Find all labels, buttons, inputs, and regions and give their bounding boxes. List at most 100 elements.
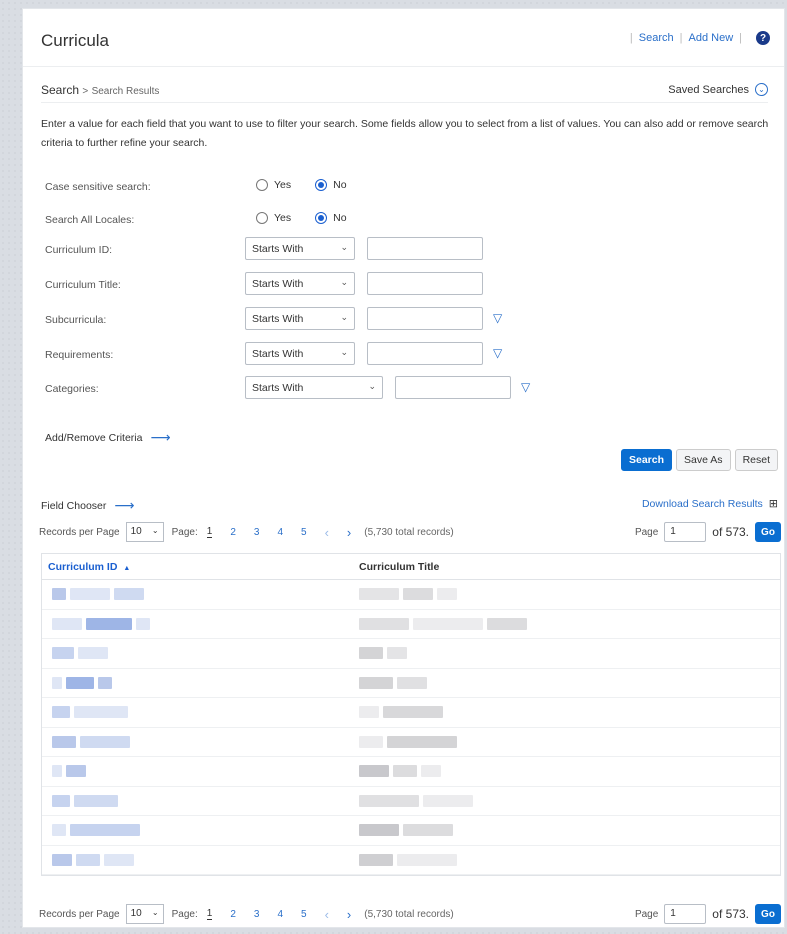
prev-page-icon[interactable]: ‹ xyxy=(325,907,329,922)
curriculum-id-cell[interactable] xyxy=(42,647,359,660)
curriculum-id-cell[interactable] xyxy=(42,706,359,719)
redacted-text xyxy=(359,824,399,837)
chevron-down-icon: ⌄ xyxy=(340,312,348,322)
page-link-1[interactable]: 1 xyxy=(206,908,213,920)
curriculum-id-cell[interactable] xyxy=(42,588,359,601)
redacted-text xyxy=(393,765,417,778)
curriculum-title-cell xyxy=(359,853,461,866)
page-link-1[interactable]: 1 xyxy=(206,526,213,538)
page-link-3[interactable]: 3 xyxy=(254,909,260,920)
page-link-2[interactable]: 2 xyxy=(230,527,236,538)
go-button[interactable]: Go xyxy=(755,522,781,542)
table-row[interactable] xyxy=(42,610,780,639)
download-search-results[interactable]: Download Search Results ⊞ xyxy=(642,497,778,511)
page-link-3[interactable]: 3 xyxy=(254,527,260,538)
curriculum-id-operator-select[interactable]: Starts With ⌄ xyxy=(245,237,355,260)
curriculum-id-input[interactable] xyxy=(367,237,483,260)
locales-yes-radio[interactable] xyxy=(256,212,268,224)
next-page-icon[interactable]: › xyxy=(347,907,351,922)
add-remove-criteria[interactable]: Add/Remove Criteria ⟶ xyxy=(45,429,171,446)
saved-searches[interactable]: Saved Searches ⌄ xyxy=(668,83,768,96)
redacted-text xyxy=(52,706,70,719)
radio-label-yes: Yes xyxy=(274,212,292,224)
redacted-text xyxy=(70,588,110,601)
table-row[interactable] xyxy=(42,846,780,875)
table-row[interactable] xyxy=(42,816,780,846)
requirements-operator-select[interactable]: Starts With ⌄ xyxy=(245,342,355,365)
page-link-5[interactable]: 5 xyxy=(301,909,307,920)
categories-input[interactable] xyxy=(395,376,511,399)
search-link[interactable]: Search xyxy=(639,32,674,44)
redacted-text xyxy=(487,617,527,630)
redacted-text xyxy=(80,735,130,748)
table-row[interactable] xyxy=(42,787,780,816)
curriculum-title-input[interactable] xyxy=(367,272,483,295)
curriculum-title-cell xyxy=(359,676,431,689)
search-button[interactable]: Search xyxy=(621,449,673,471)
records-per-page-label: Records per Page xyxy=(39,908,120,920)
page-link-4[interactable]: 4 xyxy=(277,527,283,538)
redacted-text xyxy=(66,765,86,778)
categories-operator-select[interactable]: Starts With ⌄ xyxy=(245,376,383,399)
locales-no-radio[interactable] xyxy=(315,212,328,224)
curriculum-id-cell[interactable] xyxy=(42,853,359,866)
next-page-icon[interactable]: › xyxy=(347,525,351,540)
filter-icon[interactable]: ▽ xyxy=(521,380,530,394)
page-link-4[interactable]: 4 xyxy=(277,909,283,920)
go-button[interactable]: Go xyxy=(755,904,781,924)
requirements-input[interactable] xyxy=(367,342,483,365)
prev-page-icon[interactable]: ‹ xyxy=(325,525,329,540)
field-chooser[interactable]: Field Chooser ⟶ xyxy=(41,497,134,514)
records-per-page-select[interactable]: 10 ⌄ xyxy=(125,522,164,542)
curriculum-id-cell[interactable] xyxy=(42,735,359,748)
curriculum-id-cell[interactable] xyxy=(42,765,359,778)
divider: | xyxy=(679,32,683,44)
records-per-page-value: 10 xyxy=(130,526,142,537)
table-row[interactable] xyxy=(42,669,780,698)
filter-icon[interactable]: ▽ xyxy=(493,311,502,325)
save-as-button[interactable]: Save As xyxy=(676,449,731,471)
locales-radio-group: Yes No xyxy=(256,212,371,224)
page-input[interactable]: 1 xyxy=(664,522,707,542)
categories-label: Categories: xyxy=(45,383,99,395)
filter-icon[interactable]: ▽ xyxy=(493,346,502,360)
subcurricula-operator-select[interactable]: Starts With ⌄ xyxy=(245,307,355,330)
intro-text: Enter a value for each field that you wa… xyxy=(41,118,769,149)
chevron-down-icon[interactable]: ⌄ xyxy=(755,83,768,96)
redacted-text xyxy=(359,853,393,866)
help-icon[interactable]: ? xyxy=(756,31,770,45)
add-new-link[interactable]: Add New xyxy=(689,32,734,44)
case-sensitive-radio-group: Yes No xyxy=(256,179,371,191)
records-per-page-select[interactable]: 10 ⌄ xyxy=(125,904,164,924)
chevron-down-icon: ⌄ xyxy=(151,908,159,917)
breadcrumb-root[interactable]: Search xyxy=(41,83,79,97)
case-sensitive-yes-radio[interactable] xyxy=(256,179,268,191)
subcurricula-input[interactable] xyxy=(367,307,483,330)
page-link-2[interactable]: 2 xyxy=(230,909,236,920)
curriculum-id-cell[interactable] xyxy=(42,617,359,630)
redacted-text xyxy=(437,588,457,601)
curriculum-title-cell xyxy=(359,765,445,778)
reset-button[interactable]: Reset xyxy=(734,449,778,471)
table-row[interactable] xyxy=(42,728,780,757)
page-link-5[interactable]: 5 xyxy=(301,527,307,538)
case-sensitive-no-radio[interactable] xyxy=(315,179,328,191)
table-row[interactable] xyxy=(42,639,780,669)
divider: | xyxy=(629,32,633,44)
curriculum-id-cell[interactable] xyxy=(42,794,359,807)
page-input[interactable]: 1 xyxy=(664,904,707,924)
breadcrumb-path: Search > Search Results xyxy=(41,83,159,97)
curriculum-id-cell[interactable] xyxy=(42,676,359,689)
curriculum-id-cell[interactable] xyxy=(42,824,359,837)
redacted-text xyxy=(359,765,389,778)
table-row[interactable] xyxy=(42,698,780,728)
column-header-curriculum-id[interactable]: Curriculum ID ▲ xyxy=(42,561,359,573)
column-header-curriculum-title[interactable]: Curriculum Title xyxy=(359,561,439,573)
curriculum-title-operator-select[interactable]: Starts With ⌄ xyxy=(245,272,355,295)
table-row[interactable] xyxy=(42,757,780,787)
table-row[interactable] xyxy=(42,580,780,610)
pager-bottom: Records per Page 10 ⌄ Page: 1 2 3 4 5 ‹ … xyxy=(39,899,781,929)
curriculum-id-label: Curriculum ID: xyxy=(45,244,113,256)
redacted-text xyxy=(359,676,393,689)
redacted-text xyxy=(359,706,379,719)
